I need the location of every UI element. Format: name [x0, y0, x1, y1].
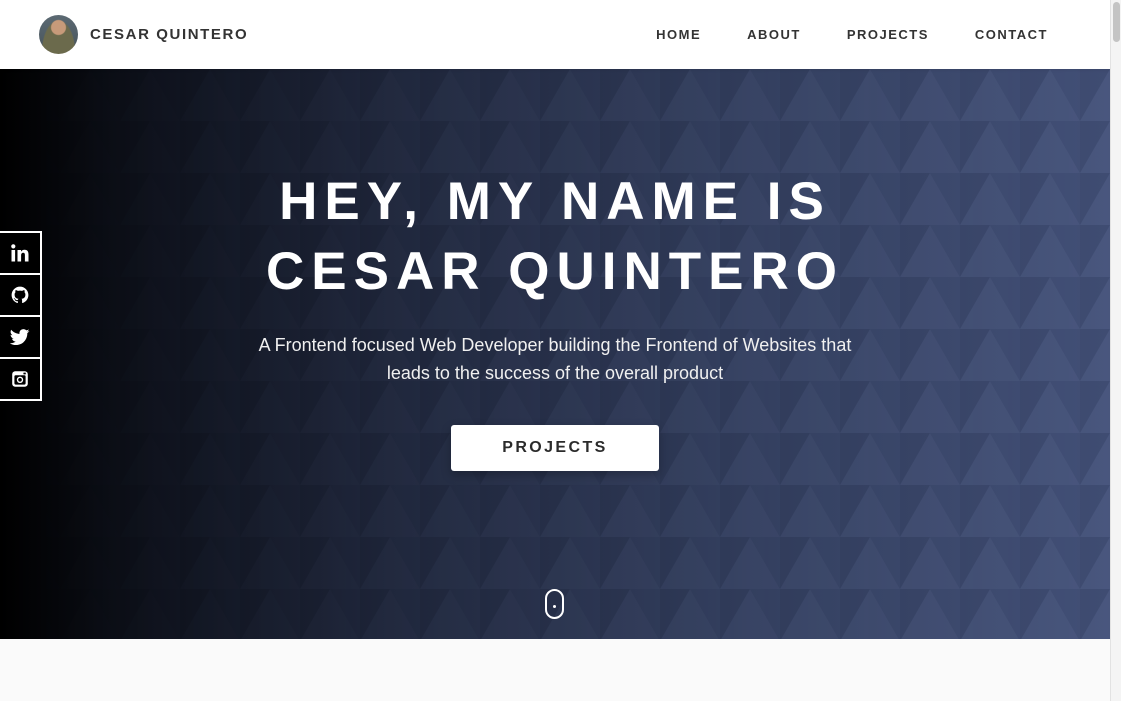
brand-name: CESAR QUINTERO [90, 26, 249, 43]
hero-title: HEY, MY NAME IS CESAR QUINTERO [266, 172, 844, 301]
avatar [39, 15, 78, 54]
nav-home[interactable]: HOME [656, 27, 701, 42]
brand-link[interactable]: CESAR QUINTERO [39, 15, 248, 54]
twitter-link[interactable] [0, 315, 42, 359]
nav-about[interactable]: ABOUT [747, 27, 801, 42]
linkedin-link[interactable] [0, 231, 42, 275]
page-scrollbar[interactable] [1110, 0, 1121, 701]
hero-subtitle: A Frontend focused Web Developer buildin… [258, 335, 852, 383]
instagram-icon [11, 370, 29, 388]
main-nav: HOME ABOUT PROJECTS CONTACT [610, 0, 1048, 69]
social-sidebar [0, 231, 42, 401]
projects-button[interactable]: PROJECTS [451, 425, 659, 471]
scroll-mouse-icon[interactable] [545, 589, 564, 619]
mouse-wheel-dot [553, 605, 556, 608]
site-header: CESAR QUINTERO HOME ABOUT PROJECTS CONTA… [0, 0, 1110, 69]
nav-projects[interactable]: PROJECTS [847, 27, 929, 42]
page: CESAR QUINTERO HOME ABOUT PROJECTS CONTA… [0, 0, 1110, 701]
scrollbar-thumb[interactable] [1113, 2, 1120, 42]
linkedin-icon [11, 244, 29, 262]
twitter-icon [10, 328, 30, 346]
next-section [0, 639, 1110, 701]
hero-section: HEY, MY NAME IS CESAR QUINTERO A Fronten… [0, 69, 1110, 639]
instagram-link[interactable] [0, 357, 42, 401]
github-icon [11, 286, 29, 304]
nav-contact[interactable]: CONTACT [975, 27, 1048, 42]
hero-content: HEY, MY NAME IS CESAR QUINTERO A Fronten… [0, 69, 1110, 639]
github-link[interactable] [0, 273, 42, 317]
